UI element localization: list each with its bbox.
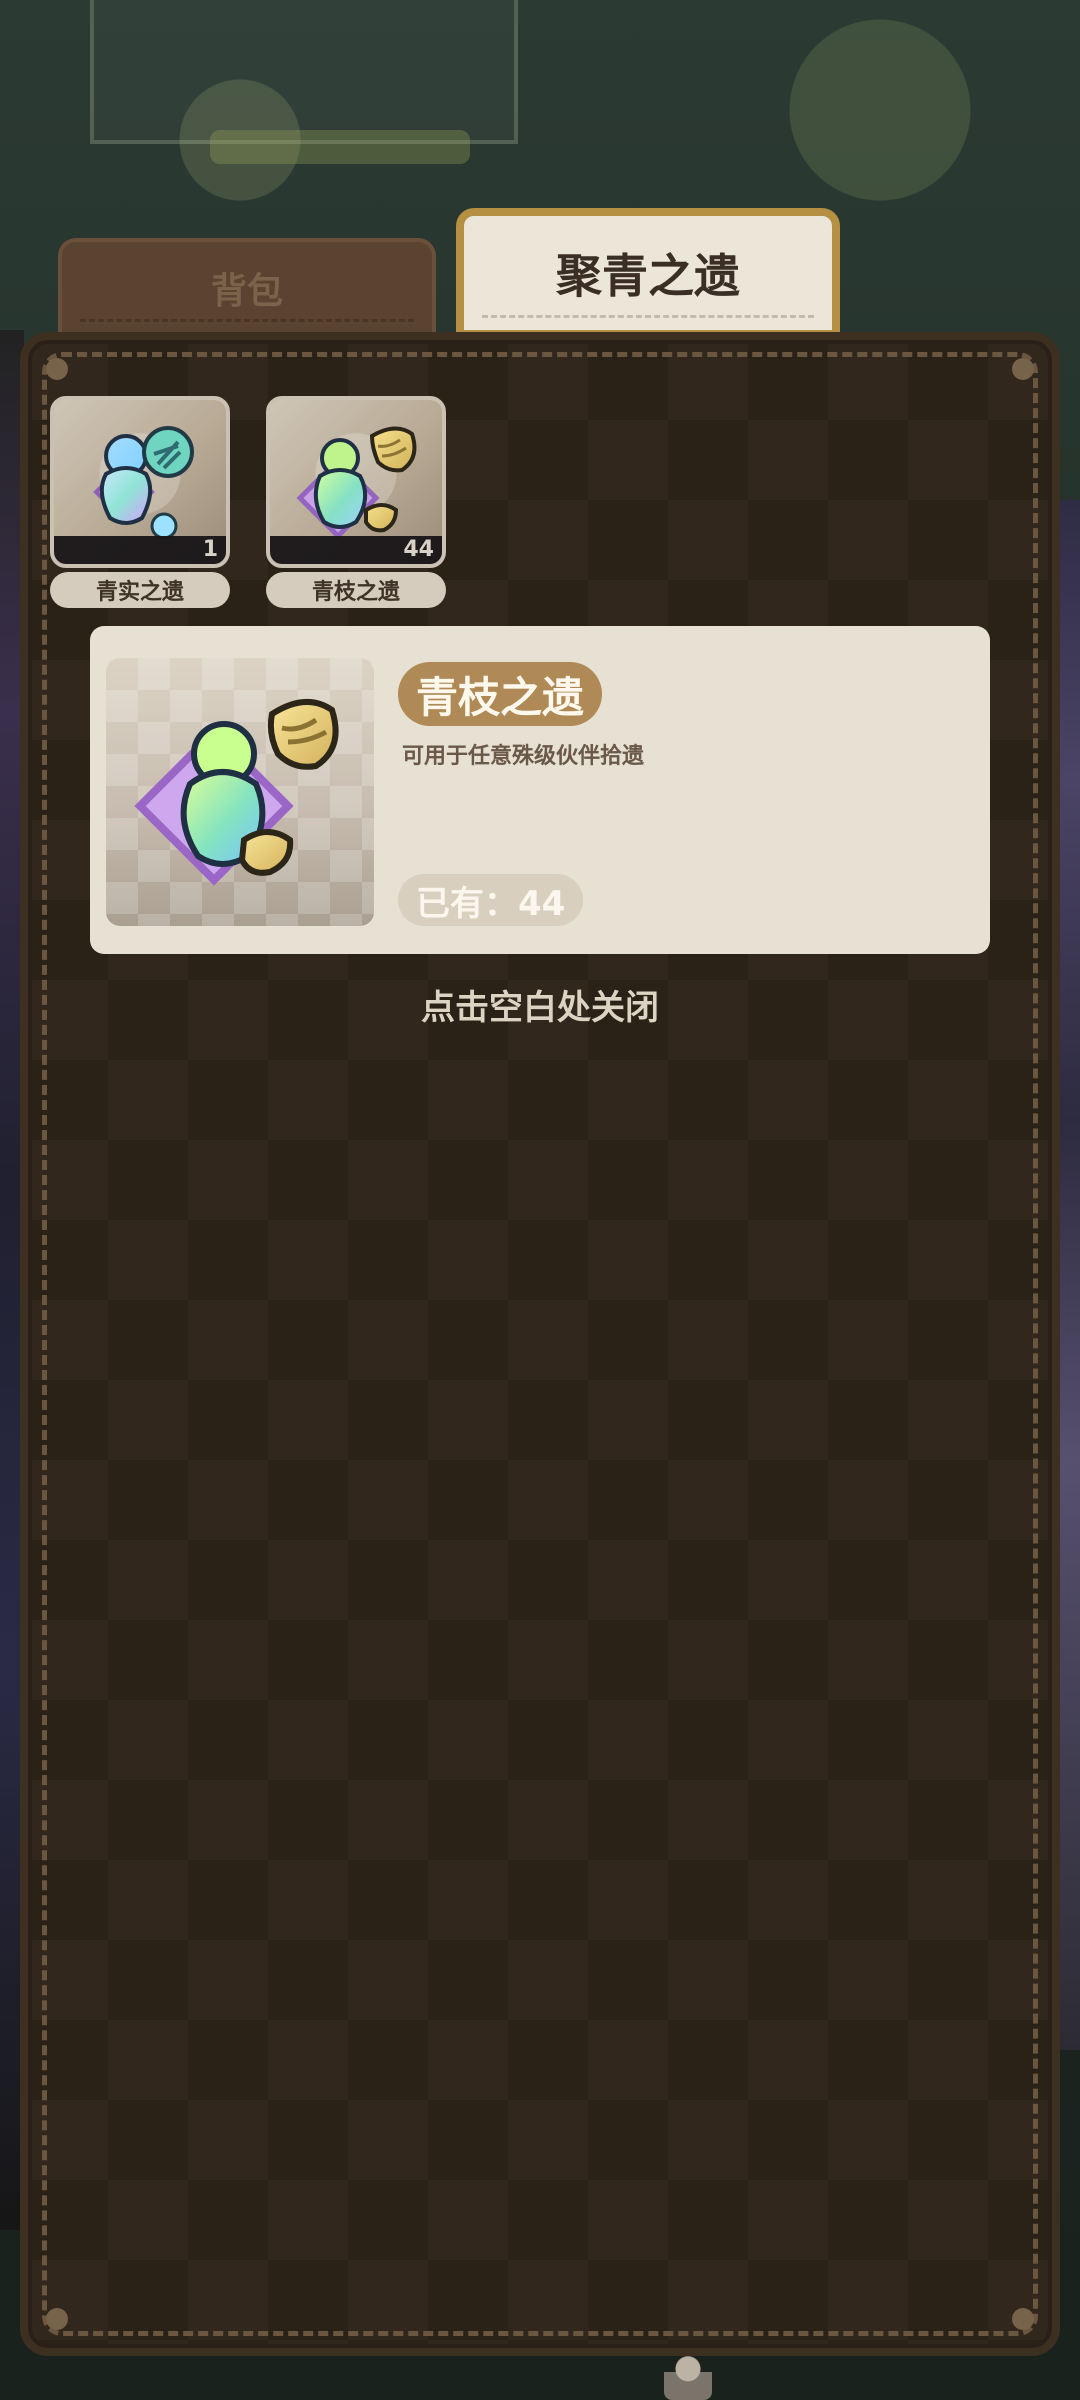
tab-relics[interactable]: 聚青之遗	[456, 208, 840, 338]
panel-corner-bottom-left	[46, 2308, 68, 2330]
panel-corner-top-left	[46, 358, 68, 380]
tab-backpack[interactable]: 背包	[58, 238, 436, 338]
item-count: 44	[403, 537, 434, 562]
tab-backpack-divider	[80, 319, 414, 322]
background-planter	[210, 130, 470, 164]
item-card[interactable]: 44	[266, 396, 446, 568]
item-name: 青枝之遗	[266, 572, 446, 608]
item-detail-card: 青枝之遗 可用于任意殊级伙伴拾遗 已有：44	[90, 626, 990, 954]
detail-description: 可用于任意殊级伙伴拾遗	[402, 744, 645, 769]
green-relic-icon	[93, 426, 194, 540]
detail-image	[106, 658, 374, 926]
detail-owned-count: 已有：44	[398, 874, 584, 926]
bottom-character-sprite	[664, 2352, 712, 2400]
item-name: 青实之遗	[50, 572, 230, 608]
panel-corner-bottom-right	[1012, 2308, 1034, 2330]
close-hint[interactable]: 点击空白处关闭	[0, 980, 1080, 1029]
detail-title: 青枝之遗	[398, 662, 603, 726]
tab-backpack-label: 背包	[210, 271, 283, 312]
branch-relic-icon	[134, 698, 339, 886]
inventory-item[interactable]: 1 青实之遗	[50, 396, 230, 608]
item-count: 1	[202, 537, 218, 562]
background-building	[90, 0, 518, 144]
inventory-item[interactable]: 44 青枝之遗	[266, 396, 446, 608]
tab-relics-divider	[482, 315, 814, 318]
tab-relics-label: 聚青之遗	[556, 249, 740, 303]
item-card[interactable]: 1	[50, 396, 230, 568]
panel-corner-top-right	[1012, 358, 1034, 380]
